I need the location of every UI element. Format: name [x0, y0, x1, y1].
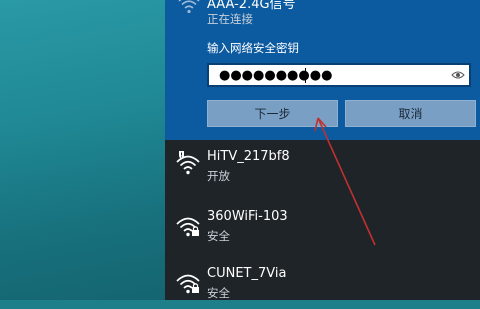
- network-item[interactable]: 360WiFi-103 安全: [165, 200, 480, 252]
- desktop-background: [0, 0, 165, 300]
- wifi-warning-icon: [176, 151, 200, 175]
- selected-network-status: 正在连接: [207, 12, 253, 26]
- network-status: 开放: [207, 169, 230, 183]
- network-name: 360WiFi-103: [207, 209, 288, 224]
- network-status: 安全: [207, 229, 230, 243]
- wifi-icon: [176, 274, 200, 294]
- password-field[interactable]: ●●●●●●●●●●: [207, 63, 471, 87]
- wifi-flyout: AAA-2.4G信号 正在连接 输入网络安全密钥 ●●●●●●●●●● 下一步 …: [165, 0, 480, 300]
- cancel-button[interactable]: 取消: [345, 100, 476, 127]
- password-label: 输入网络安全密钥: [207, 41, 299, 55]
- next-button[interactable]: 下一步: [207, 100, 338, 127]
- text-caret: [305, 68, 306, 83]
- wifi-icon: [178, 0, 200, 14]
- network-status: 安全: [207, 286, 230, 300]
- password-value: ●●●●●●●●●●: [219, 68, 333, 83]
- selected-network-panel[interactable]: AAA-2.4G信号 正在连接 输入网络安全密钥 ●●●●●●●●●● 下一步 …: [165, 0, 480, 140]
- reveal-password-icon[interactable]: [451, 69, 465, 81]
- network-name: CUNET_7Via: [207, 266, 287, 281]
- network-name: HiTV_217bf8: [207, 149, 290, 164]
- network-item[interactable]: CUNET_7Via 安全: [165, 257, 480, 309]
- network-item[interactable]: HiTV_217bf8 开放: [165, 140, 480, 192]
- wifi-icon: [176, 217, 200, 237]
